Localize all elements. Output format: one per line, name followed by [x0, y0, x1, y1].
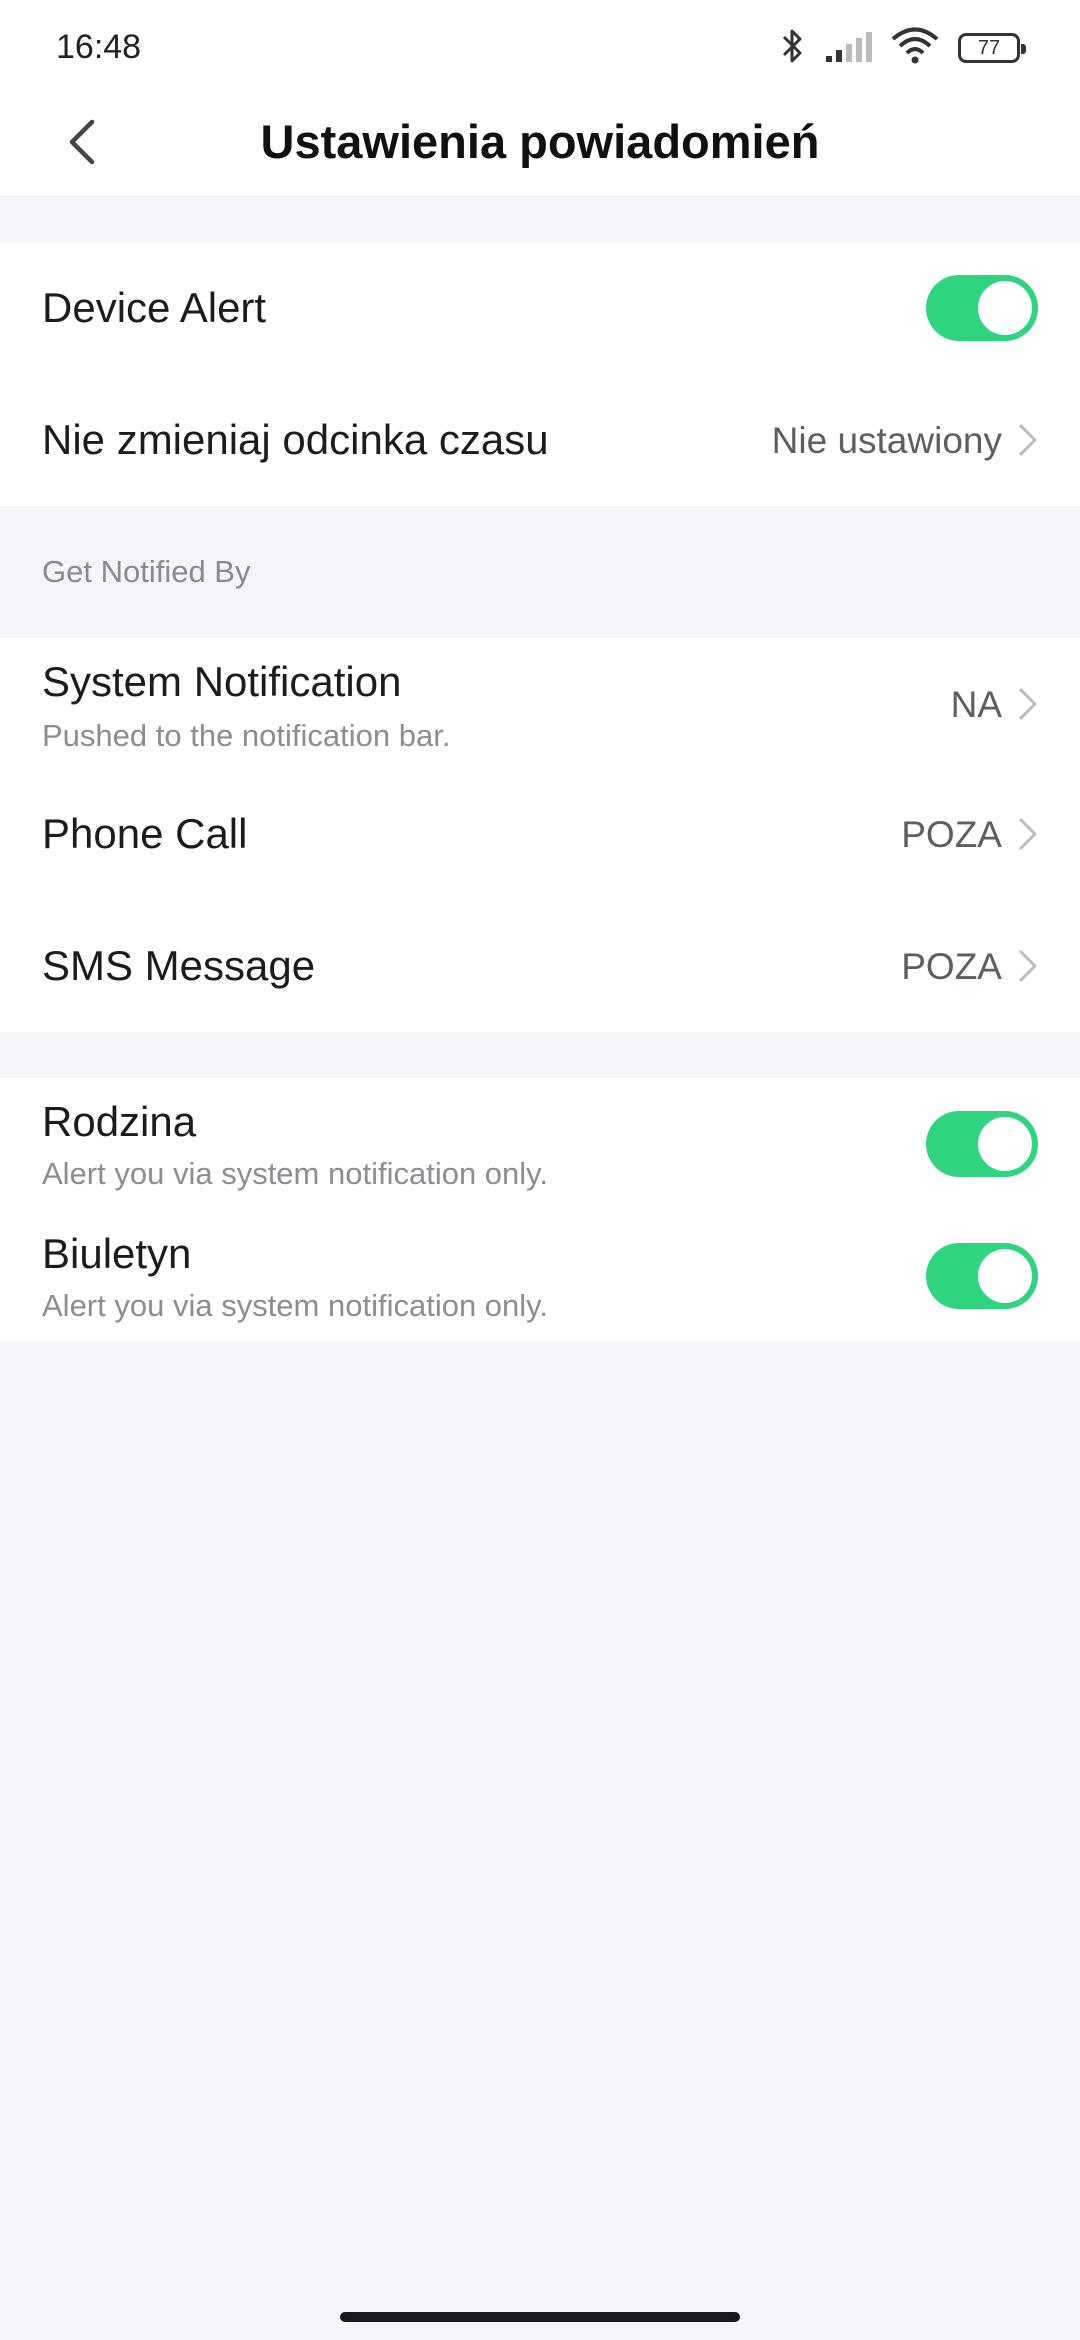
rodzina-toggle[interactable]	[926, 1111, 1038, 1177]
device-alert-toggle[interactable]	[926, 275, 1038, 341]
battery-icon: 77	[958, 33, 1026, 63]
sms-message-row[interactable]: SMS Message POZA	[0, 900, 1080, 1032]
sms-message-label: SMS Message	[42, 942, 316, 989]
page-title: Ustawienia powiadomień	[260, 115, 820, 168]
chevron-right-icon	[1019, 818, 1037, 850]
sms-message-value: POZA	[901, 946, 1002, 987]
phone-call-row[interactable]: Phone Call POZA	[0, 768, 1080, 900]
phone-call-label: Phone Call	[42, 810, 248, 857]
status-bar: 16:48 77	[0, 0, 1080, 90]
system-notification-label: System Notification	[42, 658, 402, 705]
device-alert-label: Device Alert	[42, 284, 267, 331]
wifi-icon	[890, 26, 940, 71]
battery-level: 77	[977, 36, 1001, 59]
status-icons: 77	[780, 24, 1026, 72]
bluetooth-icon	[780, 26, 806, 71]
rodzina-row: Rodzina Alert you via system notificatio…	[0, 1078, 1080, 1210]
alert-settings-card: Device Alert Nie zmieniaj odcinka czasu …	[0, 242, 1080, 506]
biuletyn-subtitle: Alert you via system notification only.	[42, 1288, 548, 1323]
notified-by-card: System Notification Pushed to the notifi…	[0, 638, 1080, 1032]
phone-call-value: POZA	[901, 814, 1002, 855]
time-period-row[interactable]: Nie zmieniaj odcinka czasu Nie ustawiony	[0, 374, 1080, 506]
signal-icon	[824, 28, 872, 69]
section-header-get-notified-by: Get Notified By	[42, 554, 251, 589]
biuletyn-label: Biuletyn	[42, 1230, 192, 1277]
home-indicator[interactable]	[340, 2312, 740, 2322]
status-time: 16:48	[56, 28, 142, 66]
time-period-label: Nie zmieniaj odcinka czasu	[42, 416, 549, 463]
chevron-right-icon	[1019, 950, 1037, 982]
system-notification-row[interactable]: System Notification Pushed to the notifi…	[0, 638, 1080, 768]
system-notification-value: NA	[950, 684, 1002, 725]
system-notification-subtitle: Pushed to the notification bar.	[42, 718, 451, 753]
chevron-right-icon	[1019, 688, 1037, 720]
toggle-knob	[978, 281, 1032, 335]
chevron-right-icon	[1019, 424, 1037, 456]
biuletyn-toggle[interactable]	[926, 1243, 1038, 1309]
toggle-knob	[978, 1117, 1032, 1171]
device-alert-row: Device Alert	[0, 242, 1080, 374]
rodzina-label: Rodzina	[42, 1098, 197, 1145]
subscriptions-card: Rodzina Alert you via system notificatio…	[0, 1078, 1080, 1342]
time-period-value: Nie ustawiony	[771, 420, 1002, 461]
app-header: Ustawienia powiadomień	[0, 90, 1080, 197]
biuletyn-row: Biuletyn Alert you via system notificati…	[0, 1210, 1080, 1342]
toggle-knob	[978, 1249, 1032, 1303]
rodzina-subtitle: Alert you via system notification only.	[42, 1156, 548, 1191]
